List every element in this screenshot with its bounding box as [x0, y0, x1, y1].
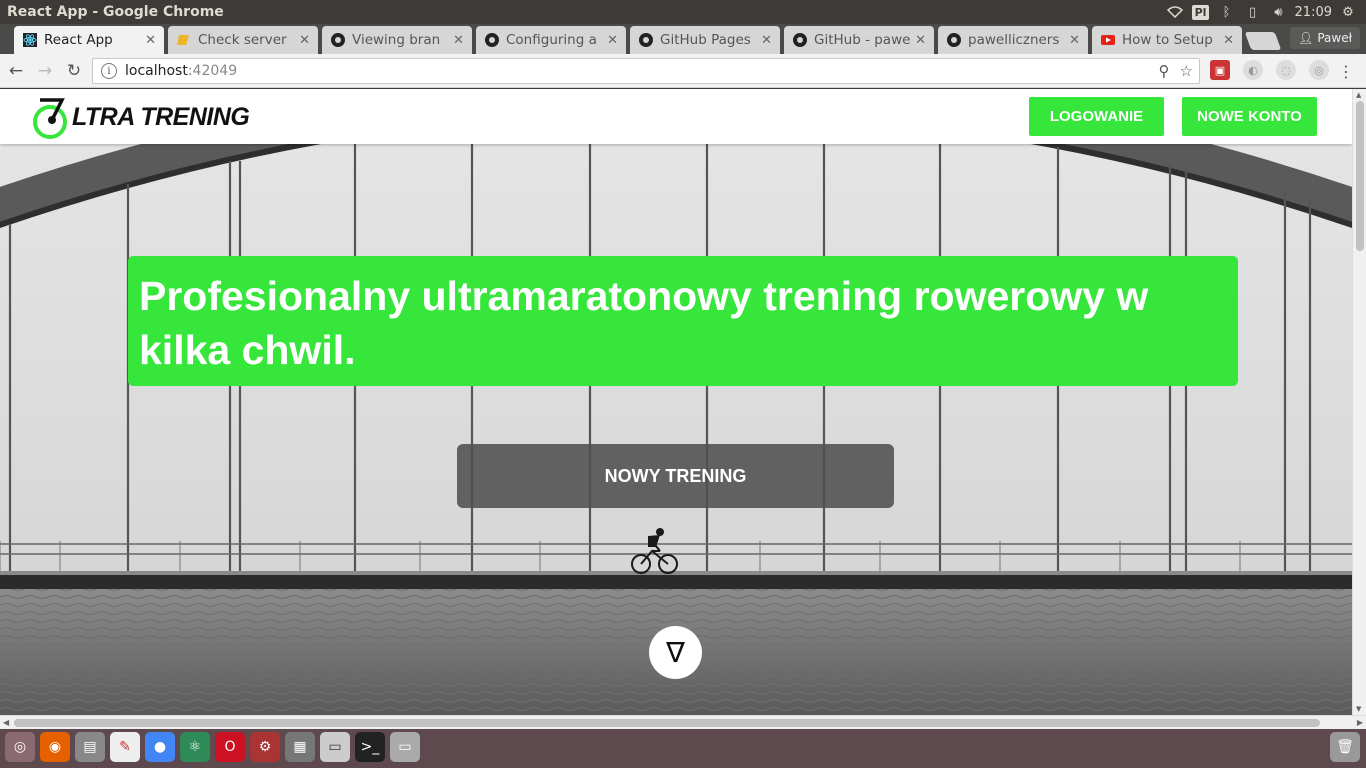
tab-react-app[interactable]: React App ✕ [14, 26, 164, 54]
tab-check-server[interactable]: Check server ✕ [168, 26, 318, 54]
calendar-icon[interactable]: ▭ [320, 732, 350, 762]
close-tab-icon[interactable]: ✕ [1069, 33, 1080, 48]
github-icon [638, 32, 654, 48]
tab-title: GitHub Pages [660, 32, 751, 48]
system-tray: Pl ᛒ ▯ 🔊︎ 21:09 ⚙ [1165, 0, 1366, 24]
bluetooth-icon[interactable]: ᛒ [1217, 2, 1237, 22]
cpanel-icon [176, 32, 192, 48]
close-tab-icon[interactable]: ✕ [145, 33, 156, 48]
profile-button[interactable]: 👤︎ Paweł [1290, 27, 1360, 49]
tab-title: Viewing bran [352, 32, 441, 48]
scroll-left-arrow-icon[interactable]: ◀ [3, 718, 9, 727]
atom-icon[interactable]: ⚛ [180, 732, 210, 762]
browser-tab-strip: React App ✕ Check server ✕ Viewing bran … [0, 24, 1366, 54]
back-arrow-icon[interactable]: ← [3, 58, 29, 84]
forward-arrow-icon[interactable]: → [32, 58, 58, 84]
chrome-icon[interactable]: ● [145, 732, 175, 762]
close-tab-icon[interactable]: ✕ [761, 33, 772, 48]
drive-icon[interactable]: ▭ [390, 732, 420, 762]
register-button[interactable]: NOWE KONTO [1182, 97, 1317, 136]
youtube-icon [1100, 32, 1116, 48]
calculator-icon[interactable]: ▦ [285, 732, 315, 762]
tab-how-to-setup[interactable]: How to Setup ✕ [1092, 26, 1242, 54]
files-icon[interactable]: ▤ [75, 732, 105, 762]
vertical-scroll-thumb[interactable] [1356, 101, 1364, 251]
scroll-up-arrow-icon[interactable]: ▲ [1356, 91, 1361, 99]
volume-icon[interactable]: 🔊︎ [1269, 2, 1289, 22]
tab-title: pawelliczners [968, 32, 1060, 48]
bridge-background-image [0, 89, 1352, 715]
zoom-icon[interactable]: ⚲ [1159, 62, 1170, 80]
horizontal-scrollbar[interactable]: ◀ ▶ [0, 715, 1366, 729]
firefox-icon[interactable]: ◉ [40, 732, 70, 762]
profile-name: Paweł [1317, 31, 1352, 45]
reload-icon[interactable]: ↻ [61, 58, 87, 84]
extension-icon[interactable]: ◐ [1243, 60, 1263, 80]
extension-icon[interactable]: ◌ [1276, 60, 1296, 80]
url-host: localhost [125, 63, 188, 79]
scroll-down-arrow-icon[interactable]: ▼ [1356, 705, 1361, 713]
clock[interactable]: 21:09 [1295, 5, 1332, 20]
url-port: :42049 [187, 63, 238, 79]
tab-title: Configuring a [506, 32, 597, 48]
tab-pawelliczners[interactable]: pawelliczners ✕ [938, 26, 1088, 54]
login-button[interactable]: LOGOWANIE [1029, 97, 1164, 136]
keyboard-layout-indicator[interactable]: Pl [1191, 2, 1211, 22]
react-icon [22, 32, 38, 48]
tab-github-pawel[interactable]: GitHub - pawe ✕ [784, 26, 934, 54]
tab-title: How to Setup [1122, 32, 1213, 48]
browser-toolbar: ← → ↻ i localhost:42049 ⚲ ☆ ▣ ◐ ◌ ◎ ⋮ [0, 54, 1366, 88]
close-tab-icon[interactable]: ✕ [453, 33, 464, 48]
hero-headline-box: Profesionalny ultramaratonowy trening ro… [128, 256, 1238, 386]
bookmark-star-icon[interactable]: ☆ [1180, 62, 1193, 80]
tab-viewing-branches[interactable]: Viewing bran ✕ [322, 26, 472, 54]
scroll-down-button[interactable]: ∇ [649, 626, 702, 679]
github-icon [946, 32, 962, 48]
scroll-right-arrow-icon[interactable]: ▶ [1357, 718, 1363, 727]
logo[interactable]: LTRA TRENING [32, 95, 250, 139]
tab-github-pages[interactable]: GitHub Pages ✕ [630, 26, 780, 54]
system-settings-icon[interactable]: ⚙ [250, 732, 280, 762]
address-bar[interactable]: i localhost:42049 ⚲ ☆ [92, 58, 1200, 84]
hero-headline: Profesionalny ultramaratonowy trening ro… [139, 273, 1149, 373]
close-tab-icon[interactable]: ✕ [607, 33, 618, 48]
os-top-panel: React App - Google Chrome Pl ᛒ ▯ 🔊︎ 21:0… [0, 0, 1366, 24]
opera-icon[interactable]: O [215, 732, 245, 762]
page-viewport: LTRA TRENING LOGOWANIE NOWE KONTO Profes… [0, 89, 1352, 715]
vertical-scrollbar[interactable]: ▲ ▼ [1352, 89, 1366, 715]
extension-icon[interactable]: ◎ [1309, 60, 1329, 80]
extension-icon[interactable]: ▣ [1210, 60, 1230, 80]
ultra-logo-icon [33, 98, 67, 139]
terminal-icon[interactable]: >_ [355, 732, 385, 762]
wifi-icon[interactable] [1165, 2, 1185, 22]
settings-gear-icon[interactable]: ⚙ [1338, 2, 1358, 22]
tab-configuring[interactable]: Configuring a ✕ [476, 26, 626, 54]
battery-icon[interactable]: ▯ [1243, 2, 1263, 22]
window-title: React App - Google Chrome [7, 4, 224, 20]
logo-text: LTRA TRENING [72, 102, 250, 131]
horizontal-scroll-thumb[interactable] [14, 719, 1320, 727]
close-tab-icon[interactable]: ✕ [915, 33, 926, 48]
github-icon [484, 32, 500, 48]
new-tab-button[interactable] [1244, 32, 1282, 50]
new-training-button[interactable]: NOWY TRENING [457, 444, 894, 508]
tab-title: React App [44, 32, 113, 48]
dash-icon[interactable]: ◎ [5, 732, 35, 762]
close-tab-icon[interactable]: ✕ [299, 33, 310, 48]
menu-kebab-icon[interactable]: ⋮ [1338, 62, 1354, 81]
github-icon [792, 32, 808, 48]
tab-title: Check server [198, 32, 287, 48]
info-icon[interactable]: i [101, 63, 117, 79]
ubuntu-launcher: ◎ ◉ ▤ ✎ ● ⚛ O ⚙ ▦ ▭ >_ ▭ 🗑︎ [0, 729, 1366, 768]
close-tab-icon[interactable]: ✕ [1223, 33, 1234, 48]
trash-icon[interactable]: 🗑︎ [1330, 732, 1360, 762]
tab-title: GitHub - pawe [814, 32, 911, 48]
user-icon: 👤︎ [1298, 31, 1314, 45]
scroll-down-icon: ∇ [666, 636, 685, 669]
app-navbar: LTRA TRENING LOGOWANIE NOWE KONTO [0, 89, 1352, 144]
github-icon [330, 32, 346, 48]
document-viewer-icon[interactable]: ✎ [110, 732, 140, 762]
